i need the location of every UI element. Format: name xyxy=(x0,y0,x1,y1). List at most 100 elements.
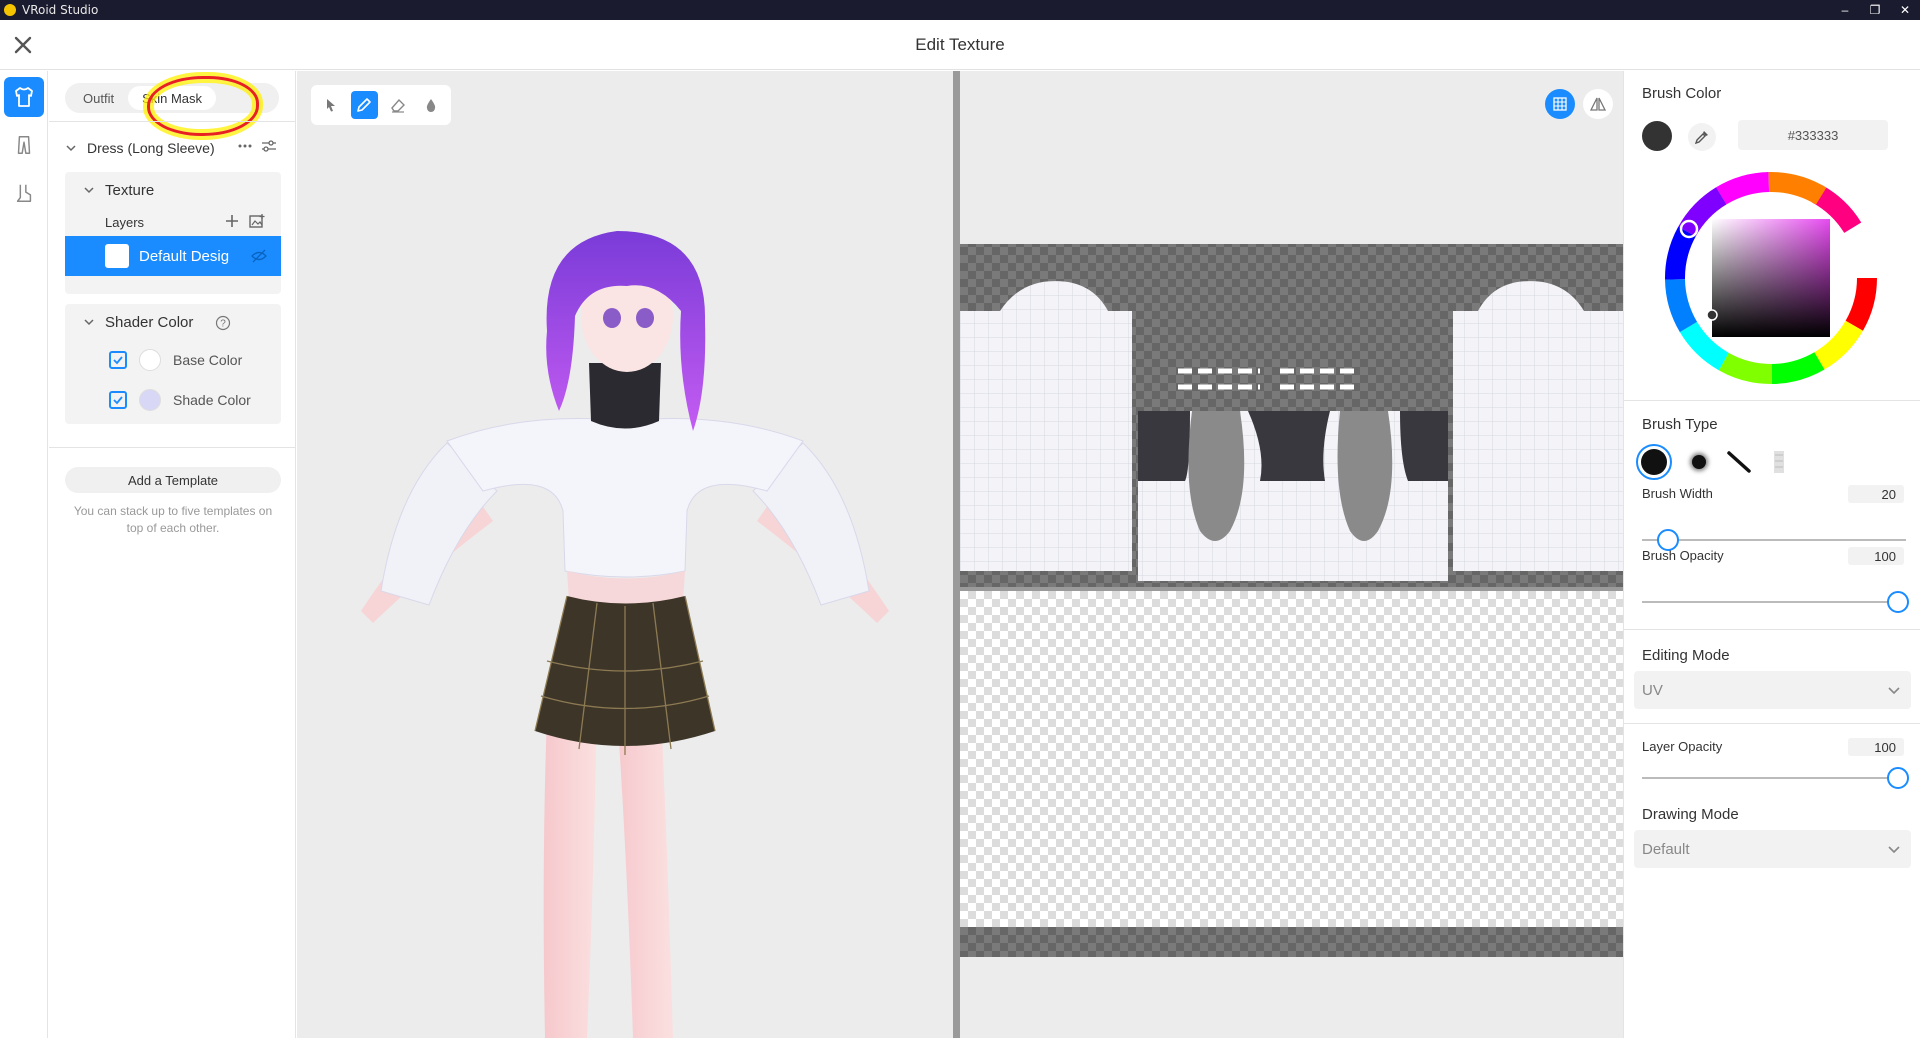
drawing-mode-select[interactable]: Default xyxy=(1634,830,1911,868)
view-splitter[interactable] xyxy=(953,71,960,1038)
brush-opacity-label: Brush Opacity xyxy=(1642,548,1724,563)
close-editor-button[interactable] xyxy=(10,32,36,58)
base-color-label: Base Color xyxy=(173,352,243,368)
brush-opacity-value[interactable]: 100 xyxy=(1848,547,1904,565)
brush-opacity-slider[interactable] xyxy=(1642,601,1906,603)
shader-card: Shader Color ? Base Color Shade Color xyxy=(65,304,281,424)
texture-tabs: Outfit Skin Mask xyxy=(65,76,279,136)
divider xyxy=(49,447,296,448)
divider xyxy=(1624,629,1920,630)
rail-pants-button[interactable] xyxy=(4,125,44,165)
shade-color-row: Shade Color xyxy=(65,380,281,420)
layers-panel: Outfit Skin Mask Dress (Long Sleeve) Tex… xyxy=(49,71,296,1038)
texture-title: Texture xyxy=(105,181,155,199)
more-icon[interactable] xyxy=(237,138,253,157)
brush-type-hard-button[interactable] xyxy=(1636,444,1672,480)
brush-width-value[interactable]: 20 xyxy=(1848,485,1904,503)
layers-row: Layers xyxy=(65,208,281,236)
layers-label: Layers xyxy=(105,214,145,230)
item-title: Dress (Long Sleeve) xyxy=(87,140,215,156)
chevron-down-icon xyxy=(1888,846,1900,854)
plus-icon xyxy=(226,215,238,227)
uv-editor[interactable] xyxy=(960,71,1623,1038)
texture-brush-icon xyxy=(1774,451,1784,473)
shoe-icon xyxy=(16,184,32,202)
shade-color-swatch[interactable] xyxy=(139,389,161,411)
brush-type-soft-button[interactable] xyxy=(1686,449,1712,475)
color-wheel[interactable] xyxy=(1664,171,1878,385)
chevron-down-icon xyxy=(83,184,95,196)
drawing-mode-title: Drawing Mode xyxy=(1642,806,1739,823)
drawing-mode-value: Default xyxy=(1642,840,1690,858)
item-row[interactable]: Dress (Long Sleeve) xyxy=(65,134,281,162)
layer-item-default-design[interactable]: Default Desig xyxy=(65,236,281,276)
shader-title: Shader Color xyxy=(105,313,194,331)
layer-opacity-label: Layer Opacity xyxy=(1642,739,1723,754)
brush-color-swatch[interactable] xyxy=(1642,121,1672,151)
maximize-button[interactable]: ❐ xyxy=(1860,0,1890,20)
minimize-button[interactable]: – xyxy=(1830,0,1860,20)
check-icon xyxy=(113,356,123,365)
rail-shoes-button[interactable] xyxy=(4,173,44,213)
add-image-icon xyxy=(249,214,265,228)
shade-color-checkbox[interactable] xyxy=(109,391,127,409)
brush-width-slider[interactable] xyxy=(1642,539,1906,541)
brush-type-title: Brush Type xyxy=(1642,416,1718,433)
app-title: VRoid Studio xyxy=(22,3,99,17)
template-note: You can stack up to five templates on to… xyxy=(73,504,273,535)
rail-outfit-button[interactable] xyxy=(4,77,44,117)
layer-opacity-slider[interactable] xyxy=(1642,777,1906,779)
brush-type-pen-button[interactable] xyxy=(1726,449,1752,475)
window-controls: – ❐ ✕ xyxy=(1830,0,1920,20)
page-title: Edit Texture xyxy=(915,35,1005,54)
hard-brush-icon xyxy=(1641,449,1667,475)
uv-texture-canvas xyxy=(960,244,1623,957)
divider xyxy=(1624,723,1920,724)
visibility-hidden-icon[interactable] xyxy=(251,248,267,268)
add-template-button[interactable]: Add a Template xyxy=(65,467,281,493)
brush-properties-panel: Brush Color #333333 Brush Type Brush Wid… xyxy=(1623,71,1920,1038)
base-color-swatch[interactable] xyxy=(139,349,161,371)
shade-color-label: Shade Color xyxy=(173,392,251,408)
shirt-icon xyxy=(15,87,33,107)
window-close-button[interactable]: ✕ xyxy=(1890,0,1920,20)
chevron-down-icon xyxy=(1888,687,1900,695)
divider xyxy=(1624,400,1920,401)
layer-opacity-value[interactable]: 100 xyxy=(1848,738,1904,756)
soft-brush-icon xyxy=(1692,455,1706,469)
help-icon[interactable]: ? xyxy=(215,315,231,335)
texture-card: Texture Layers Default Desig xyxy=(65,172,281,294)
layer-name: Default Desig xyxy=(139,247,230,265)
editing-mode-select[interactable]: UV xyxy=(1634,671,1911,709)
close-icon xyxy=(14,36,32,54)
base-color-checkbox[interactable] xyxy=(109,351,127,369)
eyedropper-icon xyxy=(1694,131,1708,145)
layer-opacity-knob[interactable] xyxy=(1887,767,1909,789)
tab-skin-mask[interactable]: Skin Mask xyxy=(128,86,217,110)
editor-header: Edit Texture xyxy=(0,20,1920,70)
add-image-layer-button[interactable] xyxy=(249,214,265,231)
layer-thumbnail xyxy=(105,244,129,268)
brush-type-texture-button[interactable] xyxy=(1766,449,1792,475)
brush-opacity-knob[interactable] xyxy=(1887,591,1909,613)
svg-text:?: ? xyxy=(220,319,226,330)
avatar-model xyxy=(361,231,889,1038)
hex-color-input[interactable]: #333333 xyxy=(1738,120,1888,150)
chevron-down-icon xyxy=(65,142,77,154)
divider xyxy=(49,121,296,122)
texture-header[interactable]: Texture xyxy=(65,172,281,208)
model-viewport[interactable] xyxy=(297,71,953,1038)
pants-icon xyxy=(17,136,31,154)
tab-outfit[interactable]: Outfit xyxy=(69,86,128,110)
adjust-icon[interactable] xyxy=(261,138,277,157)
shader-header[interactable]: Shader Color ? xyxy=(65,304,281,340)
chevron-down-icon xyxy=(83,316,95,328)
add-layer-button[interactable] xyxy=(225,214,239,231)
eyedropper-button[interactable] xyxy=(1688,123,1716,151)
check-icon xyxy=(113,396,123,405)
vroid-logo-icon xyxy=(4,4,16,16)
pen-stroke-icon xyxy=(1727,451,1751,473)
base-color-row: Base Color xyxy=(65,340,281,380)
brush-width-label: Brush Width xyxy=(1642,486,1713,501)
brush-color-title: Brush Color xyxy=(1642,85,1722,102)
